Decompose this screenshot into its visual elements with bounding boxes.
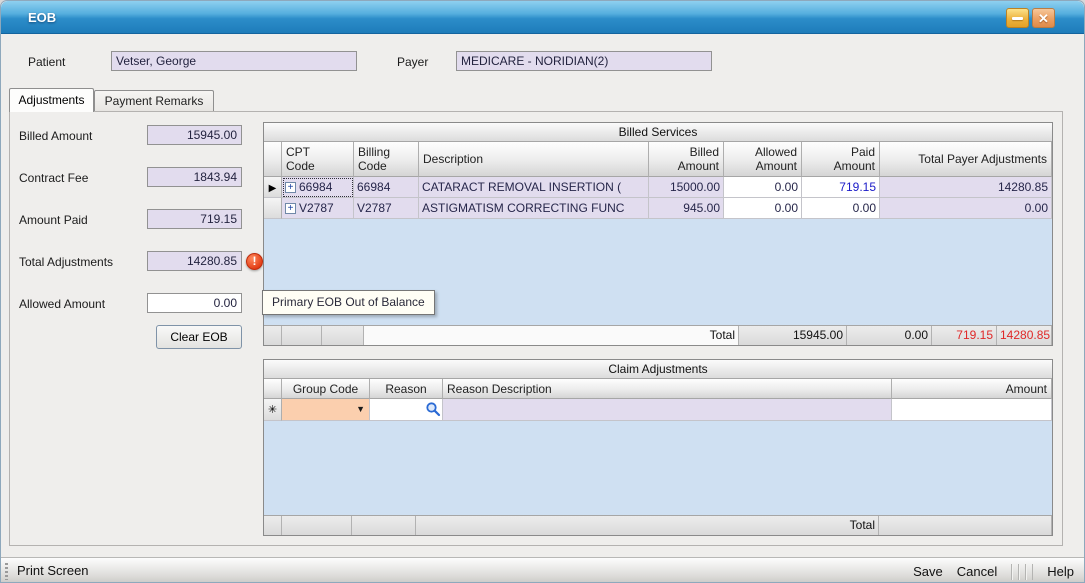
row-selector[interactable] [264, 198, 282, 219]
allowed-amount-cell[interactable]: 0.00 [724, 177, 802, 198]
claim-adjustments-empty-area [264, 421, 1052, 515]
print-screen-button[interactable]: Print Screen [17, 558, 89, 583]
allowed-amount-field[interactable]: 0.00 [147, 293, 242, 313]
column-header-total-payer-adjustments: Total Payer Adjustments [880, 142, 1052, 177]
claim-adjustments-footer-row: Total [264, 515, 1052, 535]
column-header-amount: Amount [892, 379, 1052, 399]
column-header-paid-amount: Paid Amount [802, 142, 880, 177]
footer-cell [322, 326, 364, 345]
description-cell: ASTIGMATISM CORRECTING FUNC [419, 198, 649, 219]
cpt-code-value: 66984 [299, 180, 332, 194]
billed-amount-label: Billed Amount [19, 129, 92, 143]
footer-total-label: Total [364, 326, 739, 345]
minimize-button[interactable] [1006, 8, 1029, 28]
title-bar: EOB [1, 1, 1084, 34]
footer-cell [264, 326, 282, 345]
cancel-button[interactable]: Cancel [957, 559, 997, 583]
paid-amount-cell[interactable]: 0.00 [802, 198, 880, 219]
footer-billed-total: 15945.00 [739, 326, 847, 345]
adjustment-amount-field[interactable] [892, 399, 1052, 421]
current-row-icon: ▶ [269, 183, 277, 194]
out-of-balance-tooltip: Primary EOB Out of Balance [262, 290, 435, 315]
column-header-row-selector [264, 379, 282, 399]
total-payer-adjustments-cell: 14280.85 [880, 177, 1052, 198]
amount-paid-label: Amount Paid [19, 213, 88, 227]
expand-icon[interactable]: + [285, 203, 296, 214]
footer-cell [352, 516, 416, 535]
billing-code-cell: V2787 [354, 198, 419, 219]
table-row: ▶ +66984 66984 CATARACT REMOVAL INSERTIO… [264, 177, 1052, 198]
column-header-row-selector [264, 142, 282, 177]
tab-adjustments[interactable]: Adjustments [9, 88, 94, 112]
dropdown-icon[interactable]: ▼ [356, 399, 365, 420]
expand-icon[interactable]: + [285, 182, 296, 193]
statusbar-separator-grip[interactable] [1011, 564, 1033, 580]
column-header-group-code: Group Code [282, 379, 370, 399]
new-row-selector[interactable]: ✳ [264, 399, 282, 421]
total-adjustments-label: Total Adjustments [19, 255, 113, 269]
reason-field[interactable] [370, 399, 443, 421]
total-adjustments-field[interactable]: 14280.85 [147, 251, 242, 271]
footer-cell [282, 326, 322, 345]
new-adjustment-row: ✳ ▼ [264, 399, 1052, 421]
billed-services-header-row: CPT Code Billing Code Description Billed… [264, 142, 1052, 177]
footer-cell [264, 516, 282, 535]
contract-fee-label: Contract Fee [19, 171, 88, 185]
group-code-dropdown[interactable]: ▼ [282, 399, 370, 421]
footer-allowed-total: 0.00 [847, 326, 932, 345]
paid-amount-cell[interactable]: 719.15 [802, 177, 880, 198]
billed-amount-field[interactable]: 15945.00 [147, 125, 242, 145]
amount-paid-field[interactable]: 719.15 [147, 209, 242, 229]
help-button[interactable]: Help [1047, 559, 1074, 583]
description-cell: CATARACT REMOVAL INSERTION ( [419, 177, 649, 198]
footer-amount-total [879, 516, 1052, 535]
clear-eob-button[interactable]: Clear EOB [156, 325, 242, 349]
billed-services-footer-row: Total 15945.00 0.00 719.15 14280.85 [264, 325, 1052, 345]
column-header-reason-description: Reason Description [443, 379, 892, 399]
cpt-code-value: V2787 [299, 201, 334, 215]
billed-services-title: Billed Services [264, 123, 1052, 142]
column-header-billing-code: Billing Code [354, 142, 419, 177]
statusbar-grip[interactable] [5, 563, 8, 580]
cpt-code-cell[interactable]: +V2787 [282, 198, 354, 219]
claim-adjustments-grid: Claim Adjustments Group Code Reason Reas… [263, 359, 1053, 536]
close-button[interactable]: ✕ [1032, 8, 1055, 28]
billed-amount-cell: 945.00 [649, 198, 724, 219]
cpt-code-cell[interactable]: +66984 [282, 177, 354, 198]
claim-adjustments-title: Claim Adjustments [264, 360, 1052, 379]
allowed-amount-cell[interactable]: 0.00 [724, 198, 802, 219]
footer-total-label: Total [416, 516, 879, 535]
payer-label: Payer [397, 55, 428, 69]
eob-dialog: EOB ✕ Patient Vetser, George Payer MEDIC… [0, 0, 1085, 583]
contract-fee-field[interactable]: 1843.94 [147, 167, 242, 187]
status-bar: Print Screen Save Cancel Help [1, 557, 1084, 583]
table-row: +V2787 V2787 ASTIGMATISM CORRECTING FUNC… [264, 198, 1052, 219]
billing-code-cell: 66984 [354, 177, 419, 198]
column-header-reason: Reason [370, 379, 443, 399]
window-title: EOB [28, 1, 56, 34]
new-row-icon: ✳ [268, 404, 277, 416]
total-payer-adjustments-cell: 0.00 [880, 198, 1052, 219]
footer-cell [282, 516, 352, 535]
minimize-icon [1012, 17, 1023, 20]
save-button[interactable]: Save [913, 559, 943, 583]
error-icon: ! [246, 253, 263, 270]
patient-field[interactable]: Vetser, George [111, 51, 357, 71]
tab-payment-remarks[interactable]: Payment Remarks [94, 90, 214, 111]
column-header-allowed-amount: Allowed Amount [724, 142, 802, 177]
column-header-description: Description [419, 142, 649, 177]
footer-paid-total: 719.15 [932, 326, 997, 345]
billed-amount-cell: 15000.00 [649, 177, 724, 198]
patient-label: Patient [28, 55, 65, 69]
column-header-billed-amount: Billed Amount [649, 142, 724, 177]
row-selector[interactable]: ▶ [264, 177, 282, 198]
claim-adjustments-header-row: Group Code Reason Reason Description Amo… [264, 379, 1052, 399]
close-icon: ✕ [1038, 11, 1049, 26]
allowed-amount-label: Allowed Amount [19, 297, 105, 311]
footer-adjustments-total: 14280.85 [997, 326, 1052, 345]
reason-description-field[interactable] [443, 399, 892, 421]
payer-field[interactable]: MEDICARE - NORIDIAN(2) [456, 51, 712, 71]
column-header-cpt-code: CPT Code [282, 142, 354, 177]
search-icon[interactable] [425, 401, 441, 421]
